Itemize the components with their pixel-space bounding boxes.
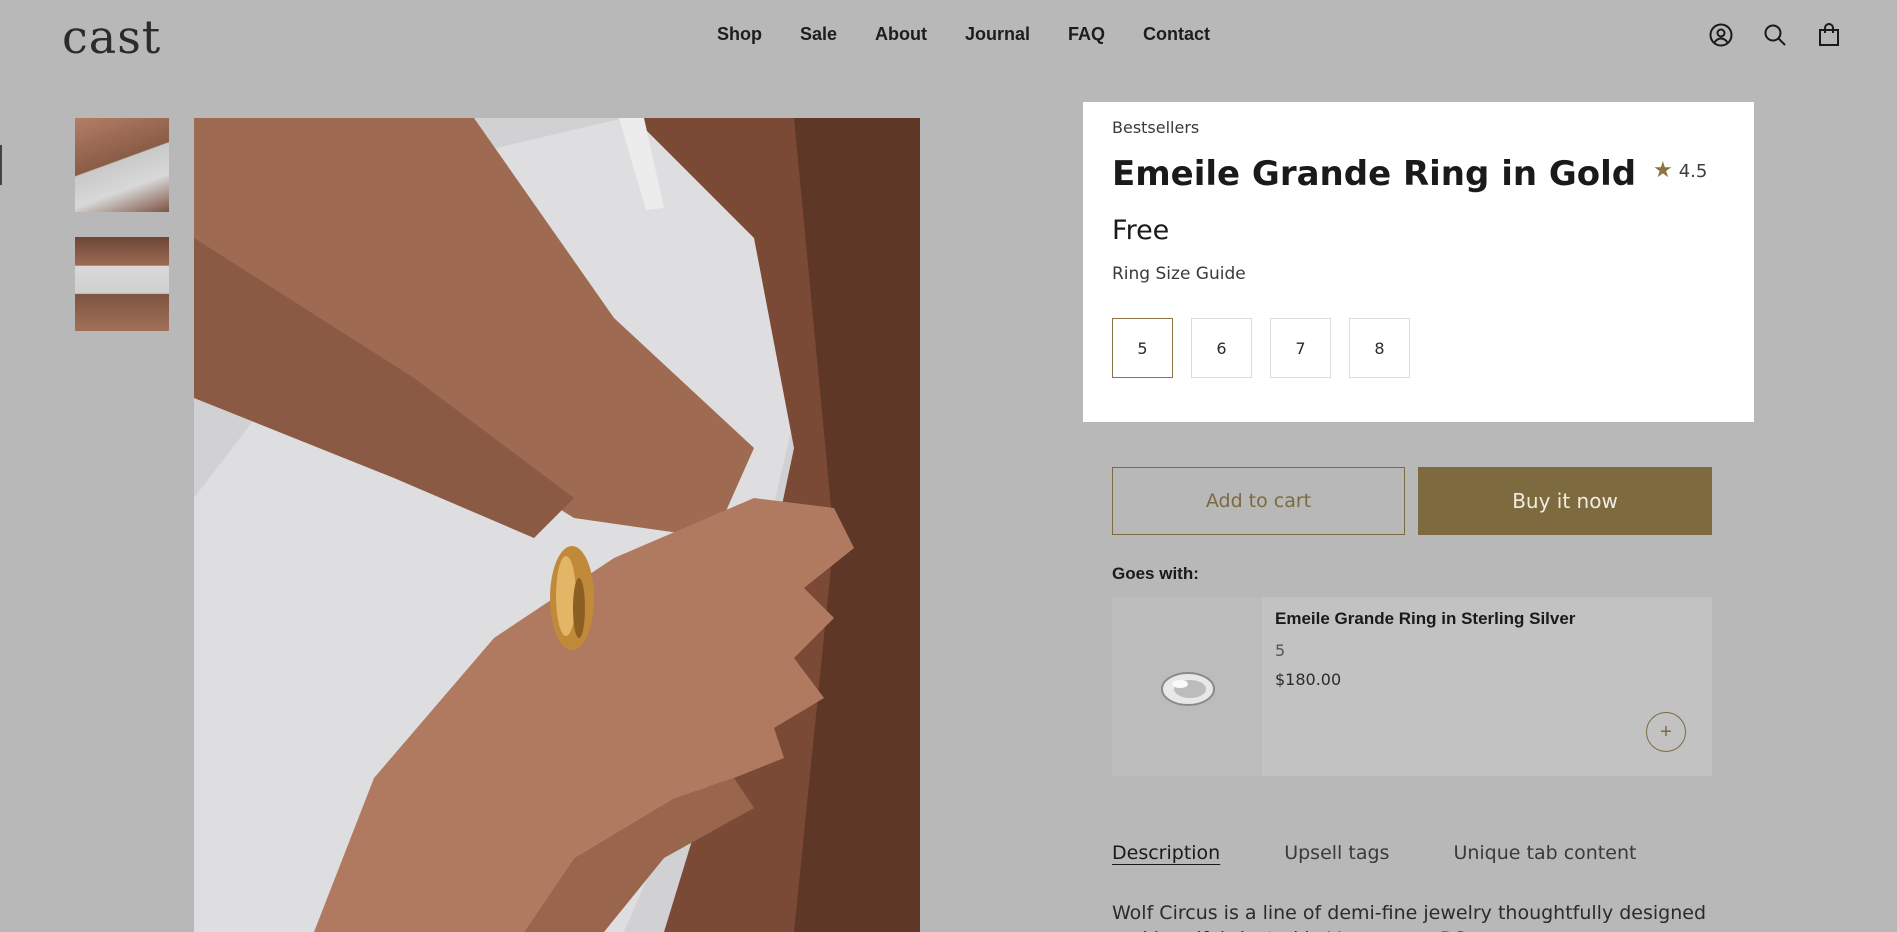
upsell-card[interactable]: Emeile Grande Ring in Sterling Silver 5 … — [1112, 597, 1712, 776]
size-selector: 5 6 7 8 — [1112, 318, 1410, 378]
product-thumbnail-2[interactable] — [75, 237, 169, 331]
star-icon: ★ — [1653, 158, 1673, 183]
site-logo[interactable]: cast — [62, 10, 161, 64]
ring-size-guide-link[interactable]: Ring Size Guide — [1112, 264, 1246, 284]
nav-faq[interactable]: FAQ — [1068, 24, 1105, 45]
site-header: cast Shop Sale About Journal FAQ Contact — [0, 0, 1897, 74]
tab-description[interactable]: Description — [1112, 842, 1220, 864]
goes-with-heading: Goes with: — [1112, 564, 1199, 583]
upsell-product-title[interactable]: Emeile Grande Ring in Sterling Silver — [1275, 609, 1575, 629]
product-collection[interactable]: Bestsellers — [1112, 118, 1199, 137]
cart-icon[interactable] — [1817, 23, 1841, 47]
add-to-cart-button[interactable]: Add to cart — [1112, 467, 1405, 535]
size-option-6[interactable]: 6 — [1191, 318, 1252, 378]
buy-it-now-button[interactable]: Buy it now — [1418, 467, 1712, 535]
product-rating: ★ 4.5 — [1653, 160, 1707, 182]
thumbnail-active-indicator — [0, 145, 2, 185]
nav-sale[interactable]: Sale — [800, 24, 837, 45]
tab-upsell-tags[interactable]: Upsell tags — [1284, 842, 1389, 864]
header-icons — [1709, 23, 1841, 47]
tab-unique-content[interactable]: Unique tab content — [1453, 842, 1636, 864]
product-thumbnail-1[interactable] — [75, 118, 169, 212]
product-page: cast Shop Sale About Journal FAQ Contact — [0, 0, 1897, 932]
search-icon[interactable] — [1763, 23, 1787, 47]
nav-shop[interactable]: Shop — [717, 24, 762, 45]
product-main-image[interactable] — [194, 118, 920, 932]
account-icon[interactable] — [1709, 23, 1733, 47]
nav-about[interactable]: About — [875, 24, 927, 45]
size-option-5[interactable]: 5 — [1112, 318, 1173, 378]
size-option-7[interactable]: 7 — [1270, 318, 1331, 378]
nav-journal[interactable]: Journal — [965, 24, 1030, 45]
product-title: Emeile Grande Ring in Gold — [1112, 154, 1637, 194]
main-nav: Shop Sale About Journal FAQ Contact — [717, 24, 1210, 45]
upsell-product-variant: 5 — [1275, 641, 1286, 660]
size-option-8[interactable]: 8 — [1349, 318, 1410, 378]
product-price: Free — [1112, 215, 1170, 246]
upsell-product-price: $180.00 — [1275, 670, 1342, 689]
product-tabs: Description Upsell tags Unique tab conte… — [1112, 842, 1636, 864]
upsell-product-image[interactable] — [1112, 597, 1262, 776]
rating-value: 4.5 — [1678, 160, 1708, 182]
product-description: Wolf Circus is a line of demi-fine jewel… — [1112, 902, 1707, 932]
upsell-add-button[interactable]: + — [1646, 712, 1686, 752]
nav-contact[interactable]: Contact — [1143, 24, 1210, 45]
